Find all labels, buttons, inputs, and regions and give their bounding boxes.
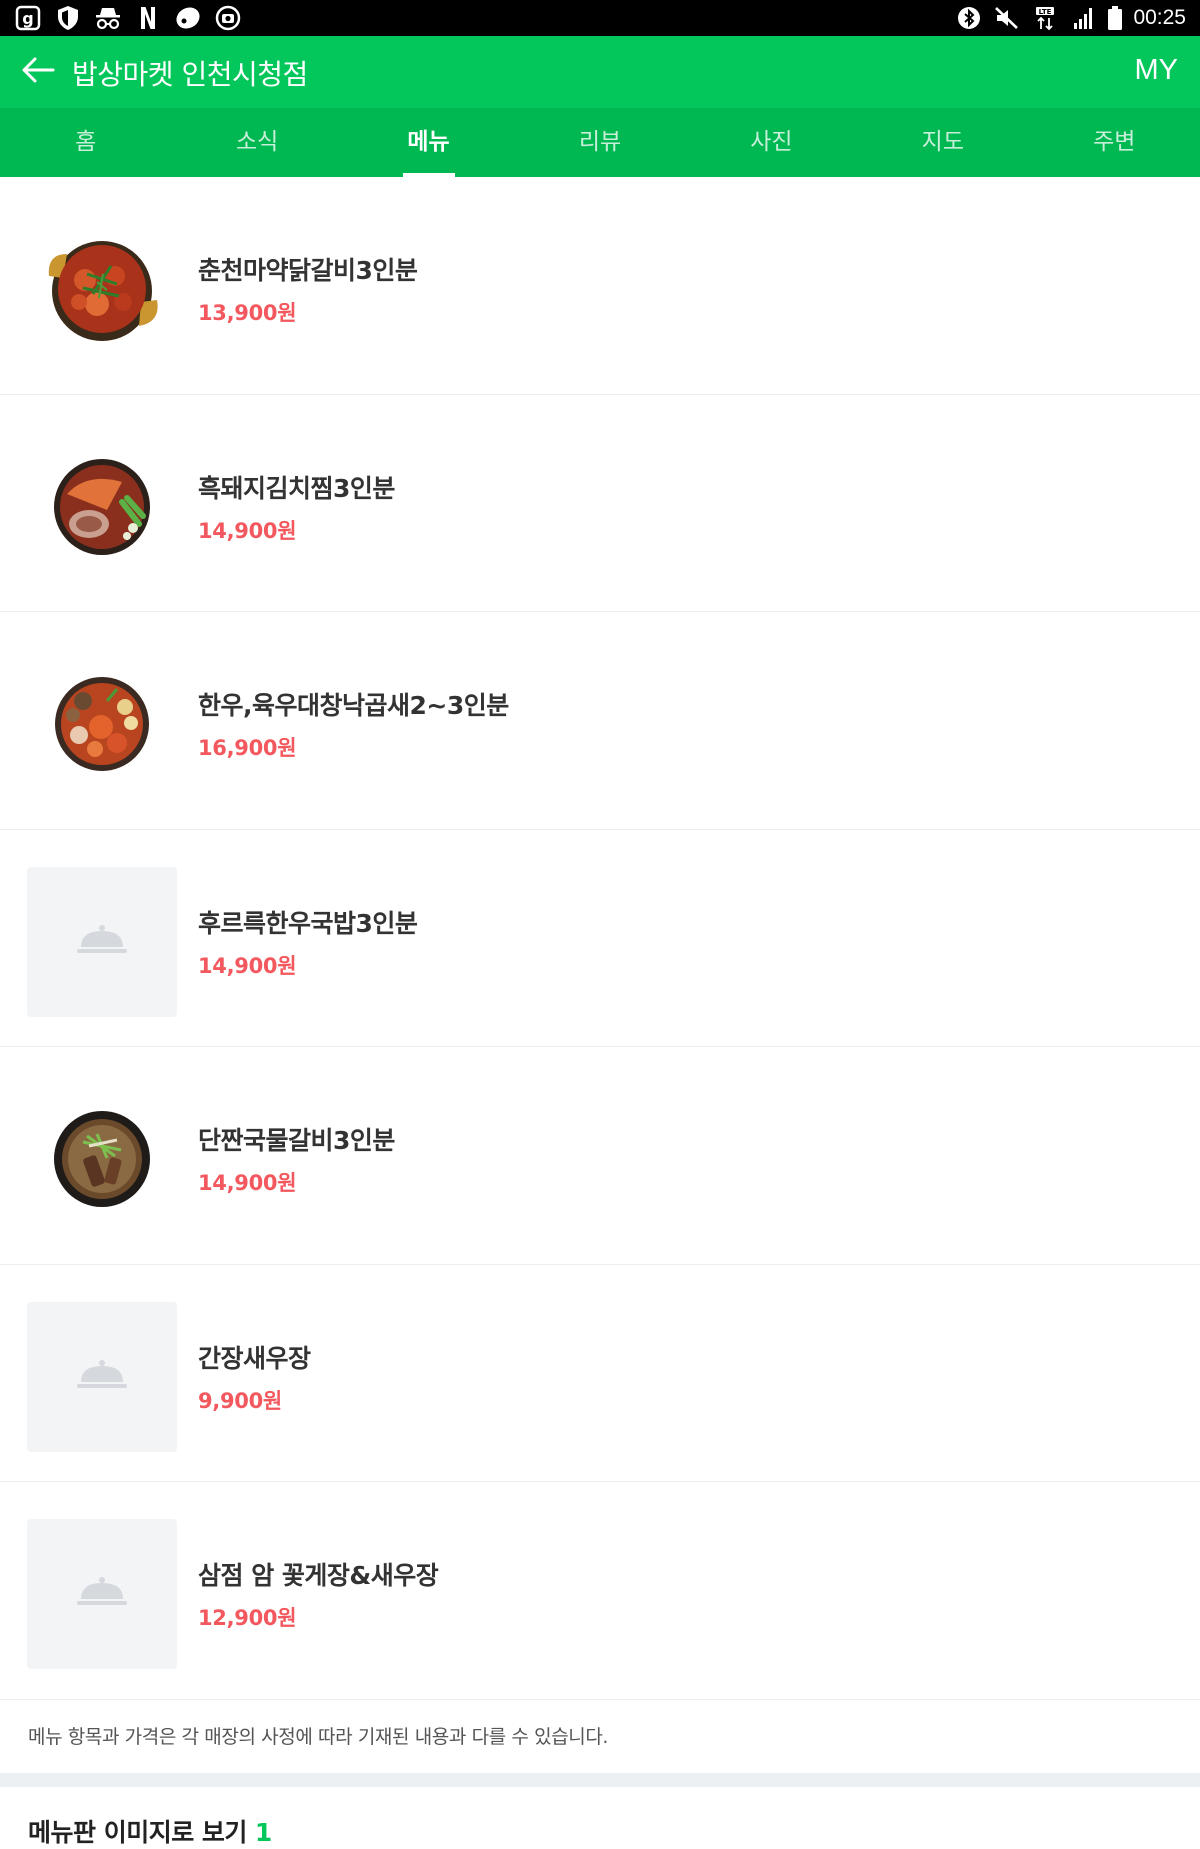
spicy-chicken-galbi-photo (27, 214, 177, 364)
bluetooth-icon (955, 4, 983, 32)
menu-item[interactable]: 후르륵한우국밥3인분 14,900원 (0, 830, 1200, 1047)
incognito-icon (94, 4, 122, 32)
menu-item-name: 후르륵한우국밥3인분 (198, 908, 418, 938)
app-bar: 밥상마켓 인천시청점 MY (0, 36, 1200, 108)
kimchi-stew-pork-photo (27, 432, 177, 582)
back-button[interactable] (16, 50, 60, 94)
netflix-icon (134, 4, 162, 32)
food-cloche-icon (75, 923, 129, 961)
no-image-placeholder (27, 1301, 177, 1452)
menu-item-name: 삼점 암 꽃게장&새우장 (198, 1561, 439, 1590)
menu-item[interactable]: 한우,육우대창낙곱새2~3인분 16,900원 (0, 612, 1200, 830)
tab-nearby[interactable]: 주변 (1029, 108, 1200, 177)
menu-item-price: 13,900원 (198, 301, 297, 325)
status-bar-right-icons: LTE 00:25 (955, 4, 1186, 32)
no-image-placeholder (27, 1519, 177, 1669)
food-cloche-icon (75, 1575, 129, 1613)
menu-item-name: 춘천마약닭갈비3인분 (198, 256, 418, 285)
menu-item[interactable]: 춘천마약닭갈비3인분 13,900원 (0, 177, 1200, 395)
mute-icon (993, 4, 1021, 32)
menu-board-link[interactable]: 메뉴판 이미지로 보기 1 (28, 1813, 272, 1849)
menu-item-name: 단짠국물갈비3인분 (198, 1126, 395, 1155)
section-divider (0, 1773, 1200, 1787)
menu-item-price: 14,900원 (198, 1171, 297, 1195)
tab-map[interactable]: 지도 (857, 108, 1028, 177)
g-app-icon: g (14, 4, 42, 32)
my-button[interactable]: MY (1135, 54, 1179, 87)
arrow-left-icon (20, 55, 56, 89)
tab-home[interactable]: 홈 (0, 108, 171, 177)
status-time: 00:25 (1133, 6, 1186, 29)
menu-item-price: 14,900원 (198, 953, 297, 978)
svg-text:LTE: LTE (1039, 8, 1052, 16)
place-title: 밥상마켓 인천시청점 (72, 58, 308, 91)
tab-photos[interactable]: 사진 (686, 108, 857, 177)
lte-icon: LTE (1031, 4, 1059, 32)
status-bar-left-icons: g (14, 4, 242, 32)
menu-item-name: 간장새우장 (198, 1343, 311, 1373)
menu-item-price: 14,900원 (198, 518, 297, 543)
tab-reviews[interactable]: 리뷰 (514, 108, 685, 177)
shield-icon (54, 4, 82, 32)
status-bar: g LTE 00:25 (0, 0, 1200, 36)
nakgopsae-hotpot-photo (27, 649, 177, 799)
menu-item[interactable]: 삼점 암 꽃게장&새우장 12,900원 (0, 1482, 1200, 1700)
signal-icon (1069, 4, 1097, 32)
food-cloche-icon (75, 1358, 129, 1396)
svg-text:g: g (22, 9, 33, 28)
menu-item[interactable]: 흑돼지김치찜3인분 14,900원 (0, 395, 1200, 612)
camera-app-icon (214, 4, 242, 32)
tab-bar: 홈 소식 메뉴 리뷰 사진 지도 주변 (0, 108, 1200, 177)
menu-notice: 메뉴 항목과 가격은 각 매장의 사정에 따라 기재된 내용과 다를 수 있습니… (28, 1726, 609, 1748)
menu-item-price: 16,900원 (198, 736, 297, 760)
menu-board-title: 메뉴판 이미지로 보기 (28, 1818, 247, 1847)
galbi-soup-photo (27, 1084, 177, 1234)
menu-item-name: 한우,육우대창낙곱새2~3인분 (198, 691, 509, 720)
menu-item-price: 9,900원 (198, 1388, 282, 1413)
menu-board-count: 1 (254, 1818, 272, 1847)
tab-news[interactable]: 소식 (171, 108, 342, 177)
menu-list: 춘천마약닭갈비3인분 13,900원 흑돼지김치찜3인분 14,900원 한우,… (0, 177, 1200, 1700)
menu-item[interactable]: 간장새우장 9,900원 (0, 1265, 1200, 1482)
tab-menu[interactable]: 메뉴 (343, 108, 514, 177)
oval-app-icon (174, 4, 202, 32)
menu-item-price: 12,900원 (198, 1606, 297, 1630)
no-image-placeholder (27, 866, 177, 1017)
battery-icon (1107, 4, 1123, 32)
menu-item[interactable]: 단짠국물갈비3인분 14,900원 (0, 1047, 1200, 1265)
menu-item-name: 흑돼지김치찜3인분 (198, 473, 395, 503)
